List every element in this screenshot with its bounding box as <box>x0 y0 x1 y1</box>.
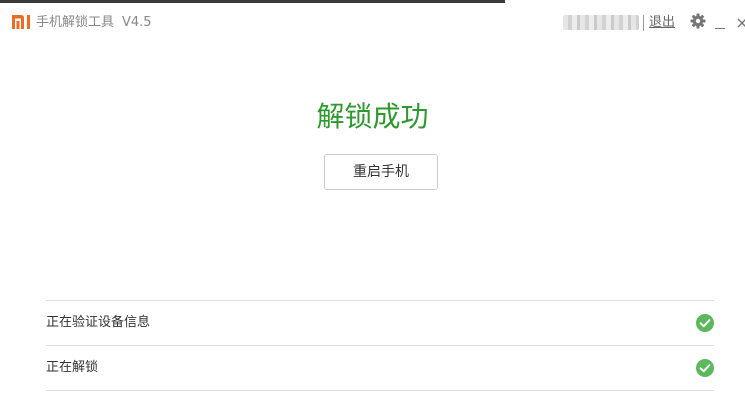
step-label: 正在解锁 <box>46 360 99 375</box>
check-circle-icon <box>696 314 714 332</box>
account-name: 13xxxxxxx2 <box>563 15 639 30</box>
header-separator <box>643 15 644 31</box>
mi-logo-icon <box>12 15 30 29</box>
list-item: 正在验证设备信息 <box>46 300 714 345</box>
gear-icon <box>690 13 706 29</box>
title-bar: 手机解锁工具 V4.5 13xxxxxxx2 退出 <box>0 3 745 43</box>
close-icon <box>737 18 745 28</box>
step-label: 正在验证设备信息 <box>46 315 151 330</box>
logout-link[interactable]: 退出 <box>649 14 675 31</box>
minimize-button[interactable] <box>714 15 726 31</box>
app-version: V4.5 <box>122 15 152 30</box>
app-title: 手机解锁工具 V4.5 <box>36 15 152 31</box>
unlock-steps-list: 正在验证设备信息 正在解锁 <box>46 300 714 391</box>
app-name: 手机解锁工具 <box>36 15 115 30</box>
check-circle-icon <box>696 359 714 377</box>
list-item: 正在解锁 <box>46 345 714 391</box>
restart-phone-button[interactable]: 重启手机 <box>324 154 438 190</box>
unlock-success-title: 解锁成功 <box>316 100 429 133</box>
settings-button[interactable] <box>690 13 706 29</box>
unlock-tool-window: 手机解锁工具 V4.5 13xxxxxxx2 退出 <box>0 0 745 400</box>
close-button[interactable] <box>736 13 745 29</box>
